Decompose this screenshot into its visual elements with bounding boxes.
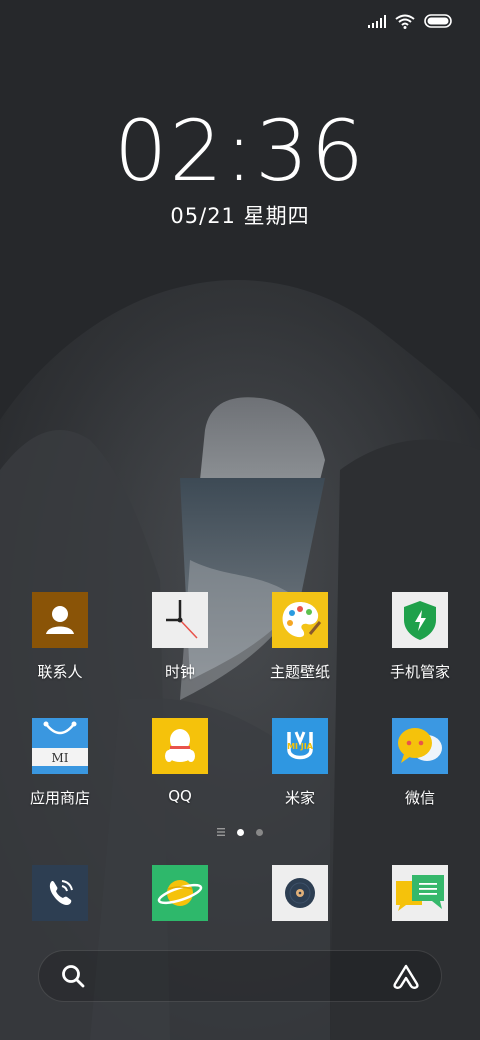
dock-music[interactable] (240, 865, 360, 921)
app-store-mi-text: MI (51, 751, 68, 765)
app-contacts[interactable]: 联系人 (0, 592, 120, 682)
browser-planet-icon[interactable] (152, 865, 208, 921)
app-label-themes: 主题壁纸 (269, 663, 330, 681)
battery-icon (424, 14, 452, 28)
music-disc-icon[interactable] (272, 865, 328, 921)
contacts-icon[interactable] (32, 592, 88, 648)
app-label-mijia: 米家 (284, 789, 315, 807)
page-dot[interactable] (256, 828, 263, 836)
mijia-icon-text: MI JIA (287, 742, 314, 751)
themes-palette-icon[interactable] (272, 592, 328, 648)
search-icon[interactable] (60, 963, 86, 989)
app-clock[interactable]: 时钟 (120, 592, 240, 682)
qq-penguin-icon[interactable] (152, 718, 208, 774)
page-indicator-menu-icon[interactable] (217, 828, 225, 836)
app-label-qq: QQ (168, 787, 192, 805)
home-screen: 02:36 05/21 星期四 联系人 时钟 主题壁纸 手机管家 MI 应用商店… (0, 0, 480, 1040)
mijia-icon[interactable]: MI JIA (272, 718, 328, 774)
app-label-clock: 时钟 (164, 663, 195, 681)
app-mijia[interactable]: MI JIA 米家 (240, 718, 360, 808)
app-label-wechat: 微信 (404, 789, 435, 807)
lockscreen-date: 05/21 星期四 (170, 204, 310, 228)
messages-icon[interactable] (392, 865, 448, 921)
page-indicator[interactable] (0, 828, 480, 836)
dock-browser[interactable] (120, 865, 240, 921)
phone-icon[interactable] (32, 865, 88, 921)
clock-icon[interactable] (152, 592, 208, 648)
status-bar (368, 12, 454, 30)
ai-assistant-icon[interactable] (391, 964, 421, 990)
dock-messages[interactable] (360, 865, 480, 921)
app-grid-row-1: 联系人 时钟 主题壁纸 手机管家 (0, 592, 480, 682)
lockscreen-clock[interactable]: 02:36 (0, 106, 480, 196)
page-dot-active[interactable] (237, 828, 244, 836)
app-themes[interactable]: 主题壁纸 (240, 592, 360, 682)
wifi-icon (395, 14, 415, 29)
app-grid-row-2: MI 应用商店 QQ MI JIA 米家 微信 (0, 718, 480, 808)
app-store[interactable]: MI 应用商店 (0, 718, 120, 808)
app-wechat[interactable]: 微信 (360, 718, 480, 808)
app-label-app-store: 应用商店 (29, 789, 90, 807)
signal-icon (368, 14, 386, 28)
app-label-contacts: 联系人 (37, 663, 83, 681)
dock-phone[interactable] (0, 865, 120, 921)
app-label-security: 手机管家 (389, 663, 450, 681)
dock (0, 865, 480, 921)
security-shield-icon[interactable] (392, 592, 448, 648)
app-security[interactable]: 手机管家 (360, 592, 480, 682)
app-store-bag-icon[interactable]: MI (32, 718, 88, 774)
search-bar[interactable] (38, 950, 442, 1002)
wechat-icon[interactable] (392, 718, 448, 774)
app-qq[interactable]: QQ (120, 718, 240, 808)
